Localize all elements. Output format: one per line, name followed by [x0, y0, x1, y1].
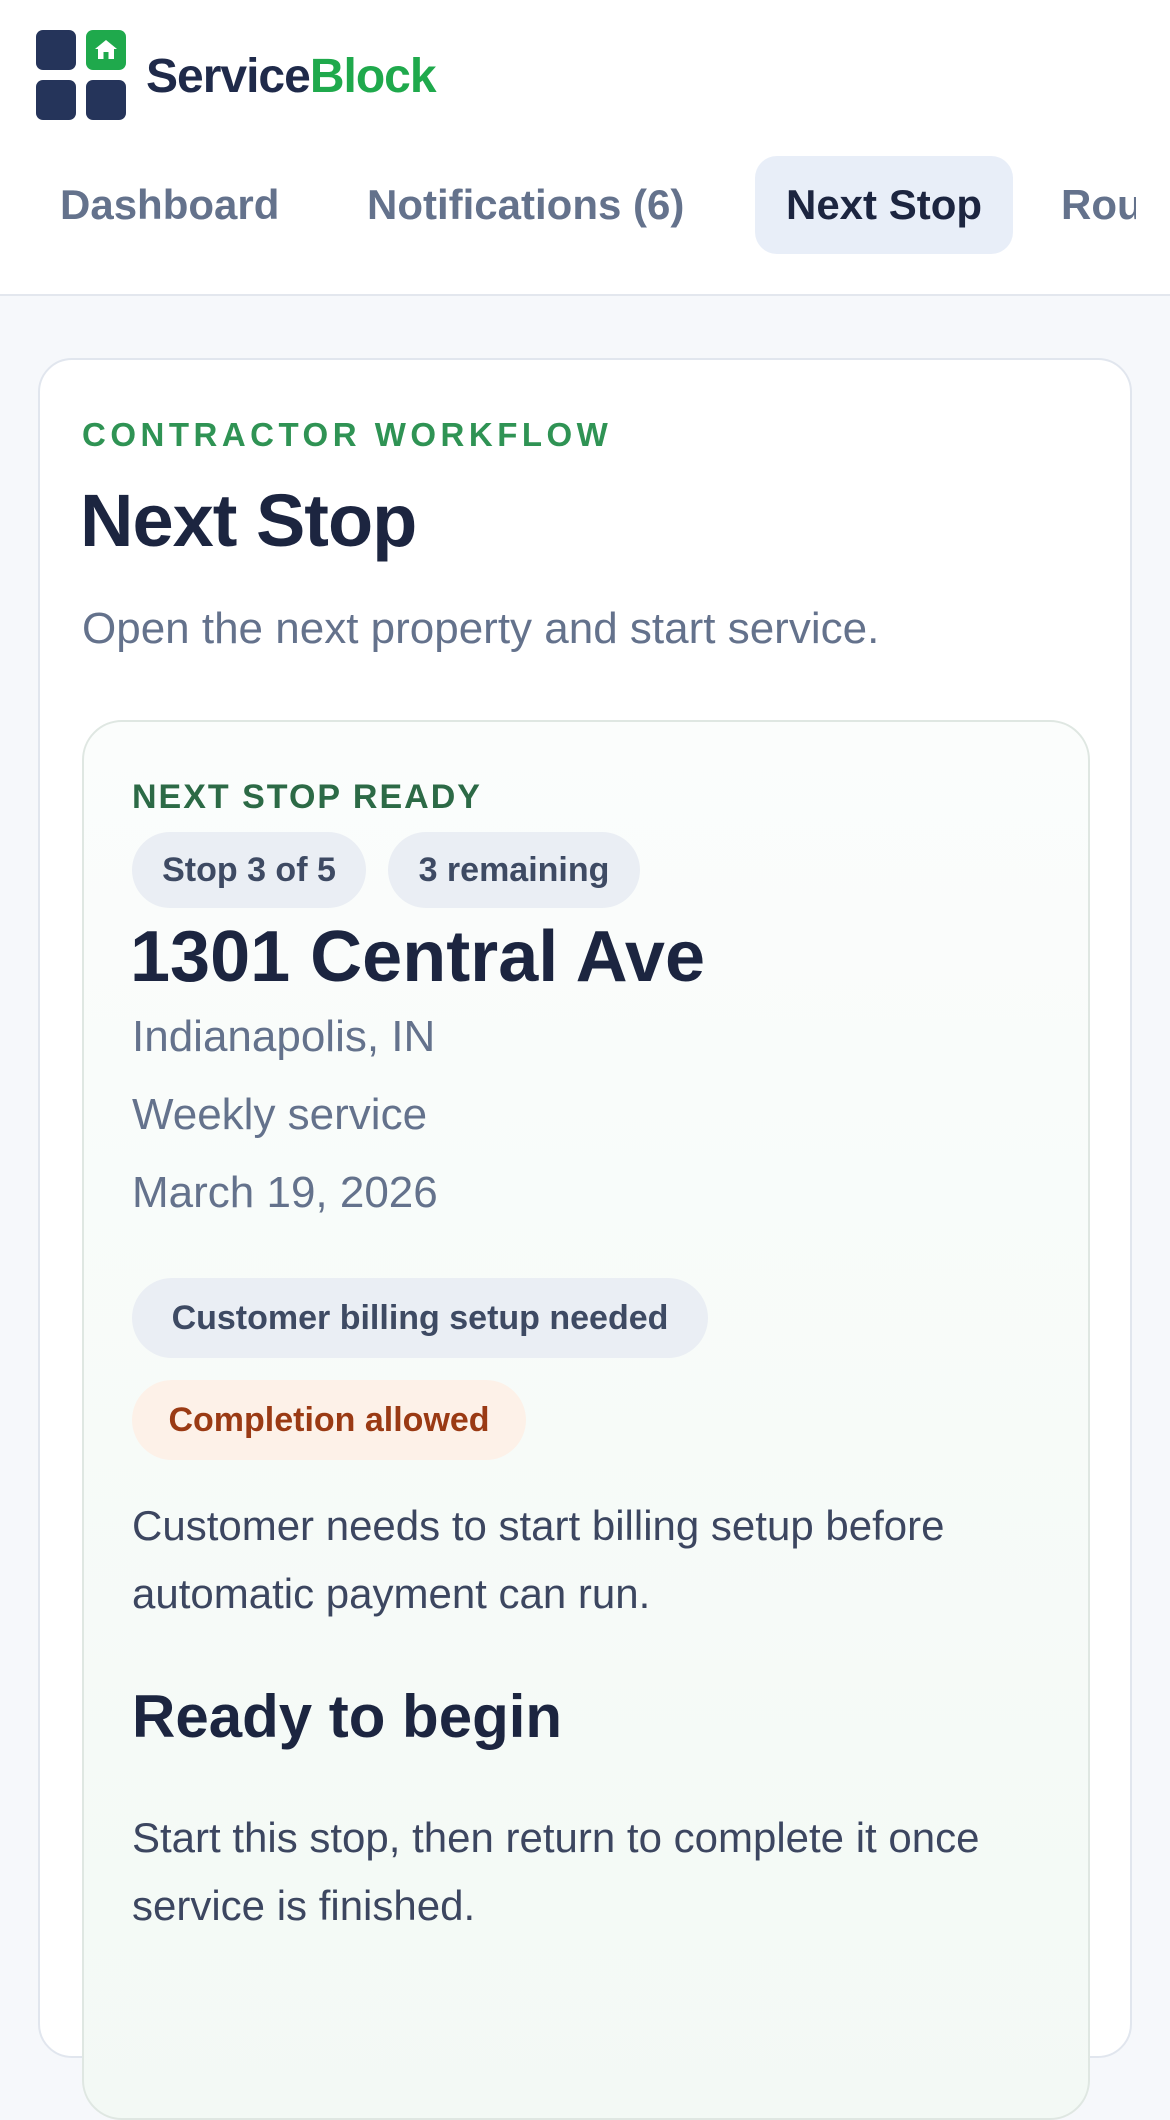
- page-subtitle: Open the next property and start service…: [82, 604, 880, 653]
- brand[interactable]: ServiceBlock: [36, 30, 437, 120]
- workflow-card: CONTRACTOR WORKFLOW Next Stop Open the n…: [38, 358, 1132, 2120]
- page-eyebrow: CONTRACTOR WORKFLOW: [82, 416, 613, 453]
- tab-notifications[interactable]: Notifications (6): [367, 156, 684, 254]
- stop-position-pill: Stop 3 of 5: [132, 832, 366, 908]
- tab-route[interactable]: Route: [1061, 156, 1136, 254]
- stop-status-label: NEXT STOP READY: [132, 778, 482, 816]
- app-header: ServiceBlock Dashboard Notifications (6)…: [0, 0, 1170, 296]
- page-title: Next Stop: [80, 479, 417, 562]
- home-icon: [95, 40, 117, 59]
- tab-dashboard[interactable]: Dashboard: [60, 156, 279, 254]
- logo-square: [36, 30, 76, 70]
- ready-section-title: Ready to begin: [132, 1683, 563, 1750]
- billing-setup-badge: Customer billing setup needed: [132, 1278, 708, 1358]
- logo-square-home: [86, 30, 126, 70]
- stop-city: Indianapolis, IN: [132, 1012, 436, 1061]
- brand-name: ServiceBlock: [146, 50, 437, 103]
- logo-square: [86, 80, 126, 120]
- tab-next-stop[interactable]: Next Stop: [755, 156, 1013, 254]
- billing-note: Customer needs to start billing setup be…: [132, 1502, 945, 1617]
- ready-section-body: Start this stop, then return to complete…: [132, 1814, 980, 1929]
- logo-square: [36, 80, 76, 120]
- brand-name-part2: Block: [309, 50, 437, 103]
- nav-tabs: Dashboard Notifications (6) Next Stop Ro…: [0, 156, 1136, 256]
- completion-allowed-badge: Completion allowed: [132, 1380, 526, 1460]
- brand-name-part1: Service: [146, 50, 311, 103]
- stop-service-type: Weekly service: [132, 1090, 428, 1139]
- stop-date: March 19, 2026: [132, 1168, 438, 1217]
- stop-address: 1301 Central Ave: [130, 917, 705, 997]
- stops-remaining-pill: 3 remaining: [388, 832, 640, 908]
- brand-logo: [36, 30, 126, 120]
- next-stop-panel: NEXT STOP READY Stop 3 of 5 3 remaining …: [82, 720, 1090, 2120]
